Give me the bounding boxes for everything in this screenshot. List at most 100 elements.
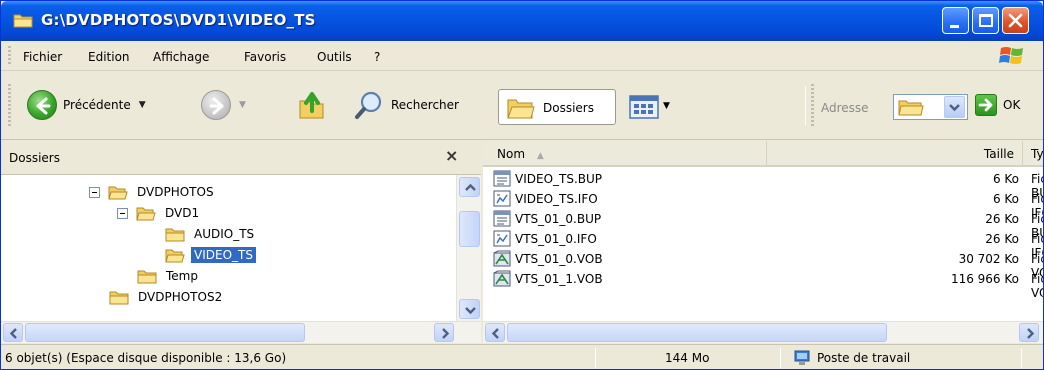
explorer-window: G:\DVDPHOTOS\DVD1\VIDEO_TS Fichier Editi… xyxy=(0,0,1044,370)
tree-item-label-selected: VIDEO_TS xyxy=(191,247,256,263)
tree-item-dvdphotos2[interactable]: DVDPHOTOS2 xyxy=(109,287,225,307)
scroll-thumb[interactable] xyxy=(507,323,887,342)
tree-item-label: DVDPHOTOS2 xyxy=(138,290,223,304)
scroll-right-button[interactable] xyxy=(434,323,454,342)
status-objects: 6 objet(s) (Espace disque disponible : 1… xyxy=(5,351,287,365)
close-button[interactable] xyxy=(1002,7,1029,34)
file-size: 116 966 Ko xyxy=(950,272,1019,286)
views-button[interactable]: ▼ xyxy=(629,89,689,125)
collapse-icon[interactable] xyxy=(117,207,128,219)
tree-horizontal-scrollbar[interactable] xyxy=(1,321,481,343)
menu-edition[interactable]: Edition xyxy=(88,50,130,64)
chevron-up-icon xyxy=(465,183,476,191)
folder-icon xyxy=(165,228,185,241)
scroll-left-button[interactable] xyxy=(3,323,23,342)
chevron-left-icon xyxy=(491,328,499,339)
file-name: VTS_01_0.BUP xyxy=(515,211,602,226)
menu-help[interactable]: ? xyxy=(374,50,380,64)
up-folder-icon xyxy=(299,92,324,119)
views-dropdown-icon: ▼ xyxy=(663,101,670,111)
folders-pane: Dossiers × DVDPHOTOS DVD1 AUDIO_TS VIDEO… xyxy=(1,141,481,343)
forward-button[interactable]: ▼ xyxy=(201,86,246,124)
file-name-cell: VTS_01_0.IFO xyxy=(493,230,597,247)
folders-pane-header: Dossiers × xyxy=(1,141,481,175)
tree-item-dvdphotos[interactable]: DVDPHOTOS xyxy=(89,182,217,202)
folders-label: Dossiers xyxy=(543,101,594,115)
file-name-cell: VTS_01_0.BUP xyxy=(493,210,601,227)
open-folder-icon xyxy=(108,186,128,199)
tree-item-label: DVDPHOTOS xyxy=(137,185,214,199)
folder-icon xyxy=(109,291,129,304)
file-row[interactable]: VIDEO_TS.IFO 6 Ko Fichier IFO xyxy=(483,189,1043,220)
menu-favoris[interactable]: Favoris xyxy=(244,50,286,64)
address-grip[interactable] xyxy=(811,84,814,128)
go-label: OK xyxy=(1003,98,1021,112)
scroll-left-button[interactable] xyxy=(485,323,505,342)
folders-toggle-button[interactable]: Dossiers xyxy=(498,89,616,125)
windows-logo-icon xyxy=(999,47,1023,64)
file-row[interactable]: VTS_01_0.IFO 26 Ko Fichier IFO xyxy=(483,229,1043,260)
status-divider xyxy=(1021,348,1022,368)
file-row[interactable]: VIDEO_TS.BUP 6 Ko Fichier BUP xyxy=(483,169,1043,200)
minimize-button[interactable] xyxy=(942,7,969,34)
file-row[interactable]: VTS_01_1.VOB 116 966 Ko Fichier VOB xyxy=(483,269,1043,300)
file-type: Fichier VOB xyxy=(1031,272,1043,300)
tree-vertical-scrollbar[interactable] xyxy=(456,175,481,321)
column-header-size[interactable]: Taille xyxy=(767,141,1023,167)
column-header-row: Nom ▲ Taille Type xyxy=(483,141,1043,167)
back-dropdown-icon[interactable]: ▼ xyxy=(139,100,146,110)
address-label: Adresse xyxy=(821,101,869,115)
status-size: 144 Mo xyxy=(665,351,710,365)
file-name-cell: VTS_01_0.VOB xyxy=(493,250,603,267)
tree-item-dvd1[interactable]: DVD1 xyxy=(117,203,202,223)
tree-item-label: AUDIO_TS xyxy=(194,227,255,241)
search-button[interactable]: Rechercher xyxy=(353,86,459,124)
toolbar-grip[interactable] xyxy=(8,84,11,128)
tree-item-temp[interactable]: Temp xyxy=(137,266,201,286)
folder-tree: DVDPHOTOS DVD1 AUDIO_TS VIDEO_TS Temp DV… xyxy=(1,175,456,321)
address-dropdown-button[interactable] xyxy=(944,96,965,118)
status-divider xyxy=(595,348,596,368)
go-button[interactable]: OK xyxy=(975,94,1020,116)
column-header-name[interactable]: Nom ▲ xyxy=(483,141,767,167)
ifo-file-icon xyxy=(493,230,511,247)
chevron-down-icon xyxy=(949,104,960,112)
scroll-thumb[interactable] xyxy=(459,211,480,247)
folder-icon xyxy=(137,270,157,283)
column-header-type[interactable]: Type xyxy=(1023,141,1043,167)
menu-bar: Fichier Edition Affichage Favoris Outils… xyxy=(1,41,1043,71)
menu-fichier[interactable]: Fichier xyxy=(23,50,62,64)
address-folder-icon xyxy=(898,100,924,116)
menu-grip[interactable] xyxy=(8,46,11,66)
tree-item-video-ts[interactable]: VIDEO_TS xyxy=(165,245,256,265)
file-size: 30 702 Ko xyxy=(958,252,1019,266)
file-row[interactable]: VTS_01_0.BUP 26 Ko Fichier BUP xyxy=(483,209,1043,240)
scroll-thumb[interactable] xyxy=(25,323,305,342)
collapse-icon[interactable] xyxy=(89,186,100,198)
scroll-up-button[interactable] xyxy=(459,177,480,197)
file-list-horizontal-scrollbar[interactable] xyxy=(483,321,1043,343)
back-button[interactable]: Précédente ▼ xyxy=(27,86,146,124)
title-bar[interactable]: G:\DVDPHOTOS\DVD1\VIDEO_TS xyxy=(1,1,1043,41)
toolbar: Précédente ▼ ▼ Rechercher Dossiers ▼ Adr… xyxy=(1,72,1043,140)
file-row[interactable]: VTS_01_0.VOB 30 702 Ko Fichier VOB xyxy=(483,249,1043,280)
bup-file-icon xyxy=(493,170,511,187)
folders-pane-close-icon[interactable]: × xyxy=(445,146,458,165)
up-folder-button[interactable] xyxy=(297,86,329,124)
bup-file-icon xyxy=(493,210,511,227)
menu-affichage[interactable]: Affichage xyxy=(153,50,209,64)
forward-dropdown-icon[interactable]: ▼ xyxy=(239,100,246,110)
tree-item-label: DVD1 xyxy=(165,206,200,220)
open-folder-icon xyxy=(136,207,156,220)
toolbar-separator xyxy=(805,86,806,126)
scroll-right-button[interactable] xyxy=(1019,323,1039,342)
menu-outils[interactable]: Outils xyxy=(317,50,352,64)
status-bar: 6 objet(s) (Espace disque disponible : 1… xyxy=(1,344,1043,369)
file-name: VIDEO_TS.IFO xyxy=(515,191,598,206)
tree-item-audio-ts[interactable]: AUDIO_TS xyxy=(165,224,257,244)
back-arrow-icon xyxy=(27,90,57,120)
file-size: 6 Ko xyxy=(992,172,1019,186)
maximize-button[interactable] xyxy=(972,7,999,34)
scroll-down-button[interactable] xyxy=(459,299,480,319)
file-name-cell: VIDEO_TS.IFO xyxy=(493,190,598,207)
